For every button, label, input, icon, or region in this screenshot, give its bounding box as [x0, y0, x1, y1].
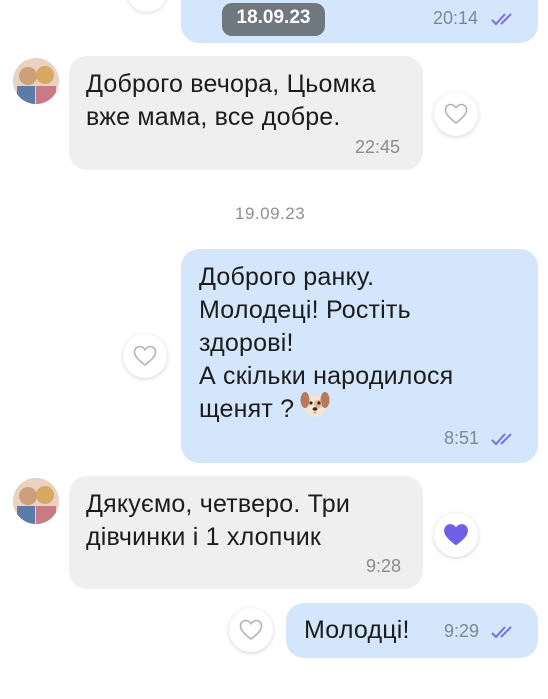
message-time: 8:51 — [444, 428, 480, 448]
message-text: Молодці! — [304, 616, 410, 644]
message-bubble-outgoing[interactable]: Молодці! 9:29 — [286, 603, 538, 658]
like-button[interactable] — [229, 608, 273, 652]
avatar-photo-icon — [13, 58, 59, 104]
date-pill: 18.09.23 — [222, 3, 325, 36]
message-time: 9:29 — [444, 621, 480, 641]
heart-filled-icon — [444, 524, 468, 546]
message-bubble-outgoing[interactable]: Доброго ранку. Молодеці! Ростіть здорові… — [181, 249, 538, 463]
avatar[interactable] — [13, 478, 59, 524]
read-ticks-icon — [491, 626, 512, 639]
message-time: 20:14 — [433, 8, 479, 28]
read-ticks-icon — [491, 13, 512, 26]
message-text: Доброго вечора, Цьомка вже мама, все доб… — [86, 70, 376, 131]
dog-face-emoji-icon — [300, 392, 330, 417]
heart-outline-icon — [133, 345, 157, 367]
message-text: Дякуємо, четверо. Три дівчинки і 1 хлопч… — [86, 490, 351, 551]
message-time: 22:45 — [355, 137, 401, 157]
heart-outline-icon — [444, 103, 468, 125]
message-bubble-incoming[interactable]: Дякуємо, четверо. Три дівчинки і 1 хлопч… — [69, 476, 423, 589]
like-button-partial[interactable] — [127, 0, 167, 12]
heart-outline-icon — [239, 619, 263, 641]
like-button[interactable] — [123, 334, 167, 378]
like-button[interactable] — [434, 513, 478, 557]
read-ticks-icon — [491, 433, 512, 446]
avatar[interactable] — [13, 58, 59, 104]
message-bubble-incoming[interactable]: Доброго вечора, Цьомка вже мама, все доб… — [69, 56, 423, 170]
like-button[interactable] — [434, 92, 478, 136]
message-time: 9:28 — [366, 556, 402, 576]
avatar-photo-icon — [13, 478, 59, 524]
date-separator: 19.09.23 — [235, 204, 306, 223]
